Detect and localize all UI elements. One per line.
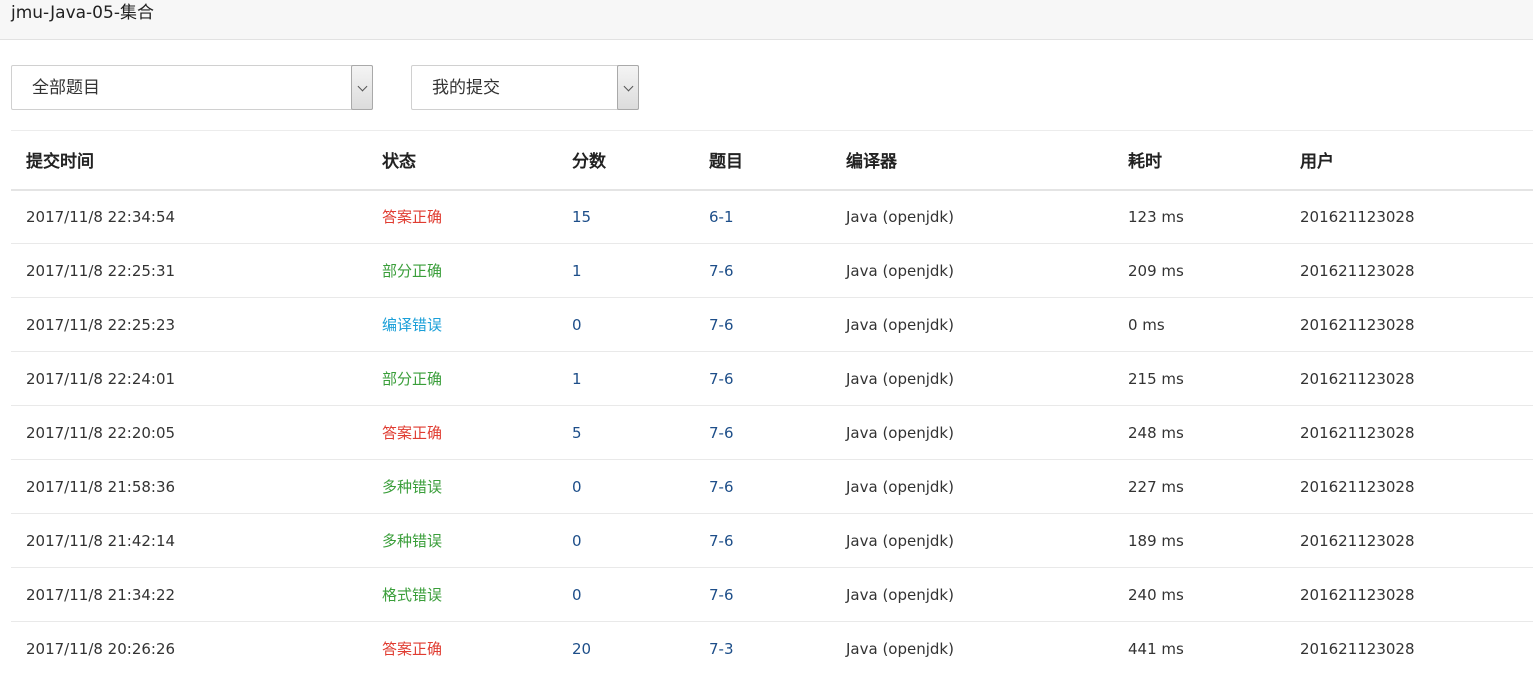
cell-compiler: Java (openjdk) xyxy=(831,513,1113,568)
submission-filter-dropdown-button[interactable] xyxy=(617,65,639,110)
cell-submit-time: 2017/11/8 22:24:01 xyxy=(11,351,367,406)
cell-score[interactable]: 1 xyxy=(557,243,694,298)
chevron-down-icon xyxy=(357,81,368,92)
table-row: 2017/11/8 22:20:05 答案正确 5 7-6 Java (openjdk)… xyxy=(11,405,1533,460)
cell-status[interactable]: 多种错误 xyxy=(367,459,557,514)
cell-status[interactable]: 答案正确 xyxy=(367,621,557,676)
cell-compiler: Java (openjdk) xyxy=(846,207,954,226)
cell-problem[interactable]: 7-6 xyxy=(694,351,831,406)
column-header-status[interactable]: 状态 xyxy=(367,130,557,191)
cell-problem[interactable]: 7-3 xyxy=(694,621,831,676)
cell-submit-time: 2017/11/8 22:34:54 xyxy=(26,207,176,226)
cell-duration: 240 ms xyxy=(1113,567,1285,622)
cell-status[interactable]: 答案正确 xyxy=(367,190,557,244)
cell-submit-time: 2017/11/8 21:34:22 xyxy=(11,567,367,622)
cell-compiler: Java (openjdk) xyxy=(831,567,1113,622)
cell-compiler: Java (openjdk) xyxy=(831,405,1113,460)
cell-compiler: Java (openjdk) xyxy=(831,459,1113,514)
cell-duration: 0 ms xyxy=(1113,297,1285,352)
column-header-problem[interactable]: 题目 xyxy=(694,130,831,191)
cell-status[interactable]: 编译错误 xyxy=(367,297,557,352)
cell-compiler: Java (openjdk) xyxy=(831,243,1113,298)
page-header: jmu-Java-05-集合 xyxy=(0,0,1533,40)
problem-filter-value: 全部题目 xyxy=(32,78,100,98)
cell-duration: 123 ms xyxy=(1128,207,1184,226)
cell-score[interactable]: 0 xyxy=(557,297,694,352)
cell-problem[interactable]: 7-6 xyxy=(694,405,831,460)
cell-user: 201621123028 xyxy=(1285,513,1533,568)
cell-status[interactable]: 多种错误 xyxy=(367,513,557,568)
cell-compiler: Java (openjdk) xyxy=(831,351,1113,406)
cell-status[interactable]: 部分正确 xyxy=(367,351,557,406)
table-row: 2017/11/8 21:58:36 多种错误 0 7-6 Java (openjdk)… xyxy=(11,459,1533,514)
cell-user: 201621123028 xyxy=(1285,243,1533,298)
cell-problem[interactable]: 7-6 xyxy=(694,297,831,352)
cell-status[interactable]: 部分正确 xyxy=(367,243,557,298)
submission-filter-select[interactable]: 我的提交 xyxy=(411,65,639,110)
cell-duration: 227 ms xyxy=(1113,459,1285,514)
cell-submit-time: 2017/11/8 22:25:23 xyxy=(11,297,367,352)
cell-user: 201621123028 xyxy=(1285,297,1533,352)
column-header-user[interactable]: 用户 xyxy=(1285,130,1533,191)
cell-compiler: Java (openjdk) xyxy=(831,621,1113,676)
page-title: jmu-Java-05-集合 xyxy=(11,3,154,23)
cell-user: 201621123028 xyxy=(1285,567,1533,622)
table-row: 2017/11/8 22:25:23 编译错误 0 7-6 Java (openjdk)… xyxy=(11,297,1533,352)
cell-problem[interactable]: 7-6 xyxy=(694,243,831,298)
cell-user: 201621123028 xyxy=(1285,459,1533,514)
table-row: 2017/11/8 20:26:26 答案正确 20 7-3 Java (openjdk… xyxy=(11,621,1533,676)
cell-problem[interactable]: 6-1 xyxy=(694,190,831,244)
cell-user: 201621123028 xyxy=(1285,621,1533,676)
problem-filter-select[interactable]: 全部题目 xyxy=(11,65,373,110)
cell-compiler: Java (openjdk) xyxy=(831,297,1113,352)
submission-filter-value: 我的提交 xyxy=(432,78,500,98)
table-row: 2017/11/8 22:34:54 答案正确 15 6-1 Java (openjdk… xyxy=(11,190,1533,244)
cell-duration: 189 ms xyxy=(1113,513,1285,568)
cell-problem[interactable]: 7-6 xyxy=(694,513,831,568)
chevron-down-icon xyxy=(623,81,634,92)
table-row: 2017/11/8 21:42:14 多种错误 0 7-6 Java (openjdk)… xyxy=(11,513,1533,568)
cell-score[interactable]: 0 xyxy=(557,567,694,622)
cell-submit-time: 2017/11/8 21:58:36 xyxy=(11,459,367,514)
cell-duration: 441 ms xyxy=(1113,621,1285,676)
problem-filter-dropdown-button[interactable] xyxy=(351,65,373,110)
cell-submit-time: 2017/11/8 20:26:26 xyxy=(11,621,367,676)
submissions-table: 提交时间 状态 分数 题目 编译器 耗时 用户 2017/11/8 22:34:… xyxy=(11,130,1533,676)
cell-status[interactable]: 答案正确 xyxy=(367,405,557,460)
cell-submit-time: 2017/11/8 22:25:31 xyxy=(11,243,367,298)
table-row: 2017/11/8 22:25:31 部分正确 1 7-6 Java (openjdk)… xyxy=(11,243,1533,298)
cell-score[interactable]: 20 xyxy=(557,621,694,676)
cell-user: 201621123028 xyxy=(1285,351,1533,406)
cell-submit-time: 2017/11/8 21:42:14 xyxy=(11,513,367,568)
cell-score[interactable]: 15 xyxy=(557,190,694,244)
column-header-duration[interactable]: 耗时 xyxy=(1113,130,1285,191)
table-header-row: 提交时间 状态 分数 题目 编译器 耗时 用户 xyxy=(11,130,1533,191)
column-header-time[interactable]: 提交时间 xyxy=(11,130,367,191)
table-row: 2017/11/8 22:24:01 部分正确 1 7-6 Java (openjdk)… xyxy=(11,351,1533,406)
table-row: 2017/11/8 21:34:22 格式错误 0 7-6 Java (openjdk)… xyxy=(11,567,1533,622)
column-header-compiler[interactable]: 编译器 xyxy=(831,130,1113,191)
cell-submit-time: 2017/11/8 22:20:05 xyxy=(11,405,367,460)
cell-duration: 215 ms xyxy=(1113,351,1285,406)
cell-problem[interactable]: 7-6 xyxy=(694,459,831,514)
cell-duration: 248 ms xyxy=(1113,405,1285,460)
column-header-score[interactable]: 分数 xyxy=(557,130,694,191)
cell-status[interactable]: 格式错误 xyxy=(367,567,557,622)
cell-problem[interactable]: 7-6 xyxy=(694,567,831,622)
cell-duration: 209 ms xyxy=(1113,243,1285,298)
cell-user: 201621123028 xyxy=(1285,405,1533,460)
cell-user: 201621123028 xyxy=(1300,207,1415,226)
cell-score[interactable]: 5 xyxy=(557,405,694,460)
cell-score[interactable]: 1 xyxy=(557,351,694,406)
cell-score[interactable]: 0 xyxy=(557,513,694,568)
cell-score[interactable]: 0 xyxy=(557,459,694,514)
